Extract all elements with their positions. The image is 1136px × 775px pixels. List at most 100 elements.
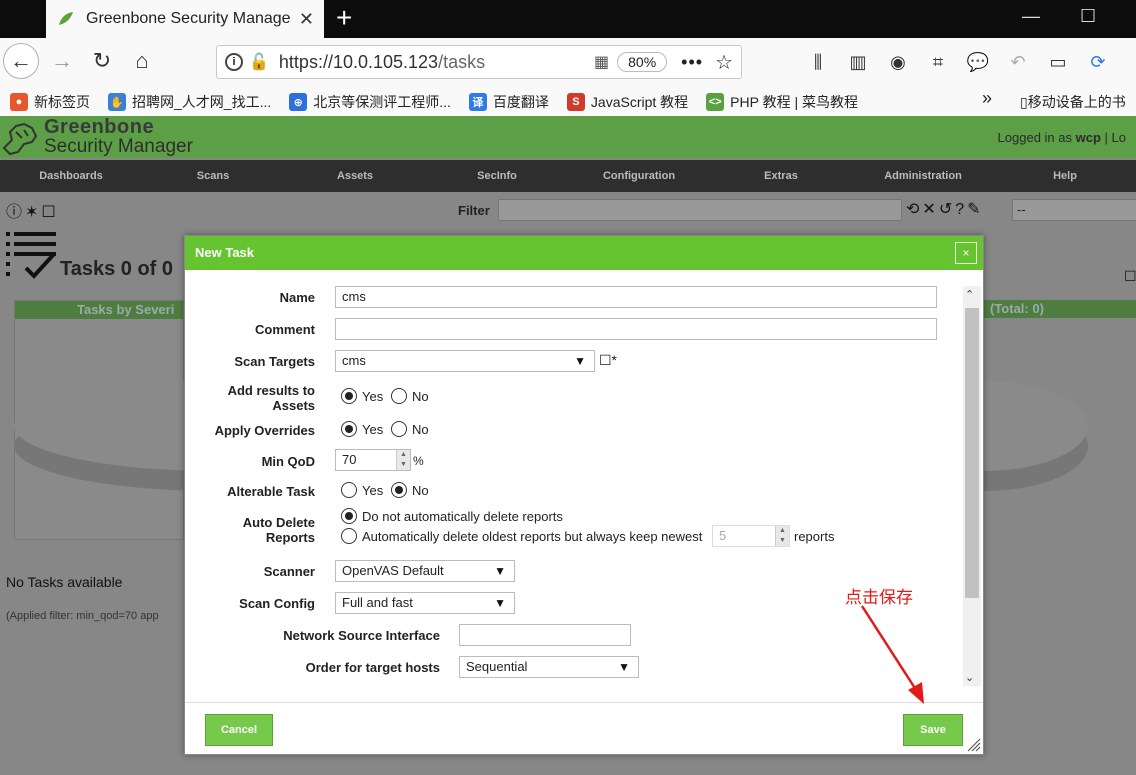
tab-close-icon[interactable]: ✕ [299,9,314,30]
forward-button[interactable]: → [44,43,80,79]
sidebar-icon[interactable]: ▥ [846,52,870,73]
chat-icon[interactable]: 💬 [966,52,990,73]
sync-icon[interactable]: ⟳ [1086,52,1110,73]
cancel-button[interactable]: Cancel [205,714,273,746]
comment-field[interactable] [335,318,937,340]
library-icon[interactable]: ⫼ [806,52,830,73]
new-tab-icon[interactable]: + [336,4,352,32]
bookmarks-overflow-icon[interactable]: » [982,88,992,109]
alterable-yes[interactable]: Yes [341,482,383,498]
radio-checked[interactable] [341,508,357,524]
dialog-close-button[interactable]: × [955,242,977,264]
scan-targets-select[interactable]: cms ▼ [335,350,595,372]
crop-icon[interactable]: ⌗ [926,52,950,73]
add-results-no[interactable]: No [391,388,429,404]
menu-administration[interactable]: Administration [852,160,994,192]
info-icon[interactable]: i [225,53,243,71]
gsm-logo[interactable]: Greenbone Security Manager [2,116,193,157]
bookmark-item[interactable]: 译百度翻译 [468,92,549,112]
auto-delete-off[interactable]: Do not automatically delete reports [341,508,563,524]
scroll-thumb[interactable] [965,308,979,598]
help-icon[interactable]: ⓘ [6,204,25,221]
logo-line2: Security Manager [44,136,193,157]
bookmark-item[interactable]: S JavaScript 教程 [566,92,688,112]
scroll-down-icon[interactable]: ⌄ [965,671,974,684]
radio-unchecked[interactable] [341,482,357,498]
filter-help-icon[interactable]: ? [955,201,967,218]
wizard-icon[interactable]: ✶ [25,204,41,221]
bookmark-favicon-icon: ✋ [108,93,126,111]
minimize-icon[interactable]: — [1022,6,1040,27]
filter-input[interactable] [498,199,902,221]
apply-overrides-no[interactable]: No [391,421,429,437]
menu-extras[interactable]: Extras [710,160,852,192]
remove-filter-icon[interactable]: ✕ [922,201,938,218]
dialog-scrollbar[interactable]: ⌃ ⌄ [963,286,981,686]
reset-filter-icon[interactable]: ↺ [939,201,955,218]
radio-checked[interactable] [391,482,407,498]
stepper-arrows-icon[interactable]: ▲ ▼ [775,526,789,546]
edit-filter-icon[interactable]: ✎ [967,201,983,218]
radio-checked[interactable] [341,388,357,404]
scan-config-select[interactable]: Full and fast ▼ [335,592,515,614]
resize-handle-icon[interactable] [965,736,981,752]
comment-label: Comment [255,322,315,337]
order-target-hosts-select[interactable]: Sequential ▼ [459,656,639,678]
stepper-arrows-icon[interactable]: ▲ ▼ [396,450,410,470]
radio-label: Yes [362,421,384,437]
apply-overrides-yes[interactable]: Yes [341,421,383,437]
home-button[interactable]: ⌂ [124,43,160,79]
menu-scans[interactable]: Scans [142,160,284,192]
logout-link[interactable]: | Lo [1105,130,1126,145]
menu-configuration[interactable]: Configuration [568,160,710,192]
reload-button[interactable]: ↻ [84,43,120,79]
menu-secinfo[interactable]: SecInfo [426,160,568,192]
alterable-no[interactable]: No [391,482,429,498]
save-button[interactable]: Save [903,714,963,746]
new-task-right-icon[interactable]: ☐ [1124,268,1136,285]
refresh-filter-icon[interactable]: ⟲ [906,201,922,218]
zoom-level[interactable]: 80% [617,52,668,72]
name-field[interactable]: cms [335,286,937,308]
login-user[interactable]: wcp [1076,130,1101,145]
bookmark-item[interactable]: ● 新标签页 [10,92,90,112]
bookmark-item[interactable]: ⊕ 北京等保测评工程师... [289,92,451,112]
new-task-icon[interactable]: ☐ [41,204,58,221]
radio-unchecked[interactable] [341,528,357,544]
radio-checked[interactable] [341,421,357,437]
back-button[interactable]: ← [3,43,39,79]
filter-select[interactable]: -- [1012,199,1136,221]
lock-icon[interactable]: 🔓 [249,52,269,72]
browser-tab[interactable]: Greenbone Security Manage ✕ [46,0,324,38]
chevron-down-icon: ▼ [618,660,630,674]
network-source-interface-field[interactable] [459,624,631,646]
scroll-up-icon[interactable]: ⌃ [965,288,974,301]
auto-delete-on[interactable]: Automatically delete oldest reports but … [341,528,702,544]
menu-dashboards[interactable]: Dashboards [0,160,142,192]
new-target-icon[interactable]: ☐* [599,352,617,369]
bookmark-item[interactable]: ✋ 招聘网_人才网_找工... [108,92,271,112]
bookmark-favicon-icon: ● [10,93,28,111]
chevron-down-icon: ▼ [574,354,586,368]
add-results-yes[interactable]: Yes [341,388,383,404]
undo-icon[interactable]: ↶ [1006,52,1030,73]
radio-unchecked[interactable] [391,388,407,404]
bookmark-star-icon[interactable]: ☆ [715,50,733,75]
logo-line1: Greenbone [44,116,155,138]
page-actions-icon[interactable]: ••• [681,52,703,73]
min-qod-stepper[interactable]: 70 ▲ ▼ [335,449,411,471]
mobile-bookmarks[interactable]: ▯移动设备上的书 [1020,92,1126,112]
keep-newest-stepper[interactable]: 5 ▲ ▼ [712,525,790,547]
account-icon[interactable]: ◉ [886,52,910,73]
bookmark-item[interactable]: <> PHP 教程 | 菜鸟教程 [706,92,858,112]
radio-unchecked[interactable] [391,421,407,437]
menu-help[interactable]: Help [994,160,1136,192]
maximize-icon[interactable]: ☐ [1080,6,1096,27]
url-text[interactable]: https://10.0.105.123/tasks [279,52,594,73]
qr-code-icon[interactable]: ▦ [594,52,609,72]
monitor-icon[interactable]: ▭ [1046,52,1070,73]
url-bar[interactable]: i 🔓 https://10.0.105.123/tasks ▦ 80% •••… [216,45,742,79]
dialog-header[interactable]: New Task × [185,236,983,270]
scanner-select[interactable]: OpenVAS Default ▼ [335,560,515,582]
menu-assets[interactable]: Assets [284,160,426,192]
